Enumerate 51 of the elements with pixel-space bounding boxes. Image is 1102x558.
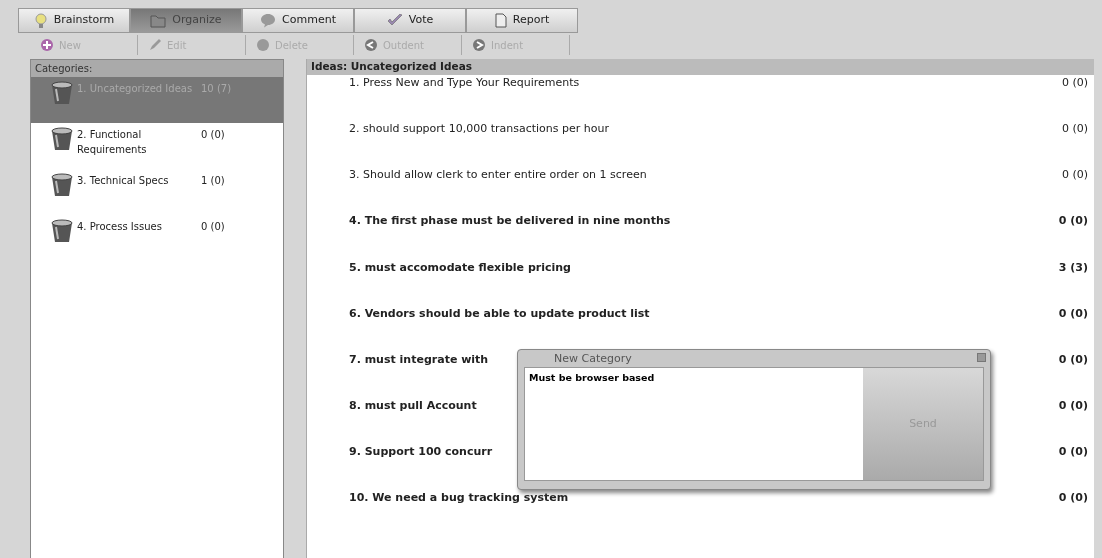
- idea-count: 0 (0): [1058, 398, 1088, 415]
- bucket-icon: [51, 127, 73, 151]
- idea-text: 3. Should allow clerk to enter entire order on 1 screen: [349, 167, 647, 184]
- idea-count: 0 (0): [1058, 305, 1088, 322]
- idea-text: 4. The first phase must be delivered in nine months: [349, 213, 671, 230]
- idea-text: 1. Press New and Type Your Requirements: [349, 74, 580, 91]
- idea-text: 5. must accomodate flexible pricing: [349, 259, 571, 276]
- lightbulb-icon: [33, 12, 48, 29]
- idea-count: 3 (3): [1058, 259, 1088, 276]
- idea-text: 9. Support 100 concurr: [349, 444, 493, 461]
- category-item[interactable]: 2. Functional Requirements 0 (0): [31, 123, 283, 169]
- folder-icon: [150, 13, 167, 28]
- category-count: 0 (0): [201, 128, 225, 142]
- idea-text: 8. must pull Account: [349, 398, 477, 415]
- speech-bubble-icon: [260, 13, 277, 28]
- category-count: 0 (0): [201, 220, 225, 234]
- category-name: 2. Functional Requirements: [77, 128, 148, 157]
- add-icon: [40, 38, 54, 52]
- idea-count: 0 (0): [1061, 74, 1088, 91]
- app-tab[interactable]: Comment: [242, 8, 354, 33]
- idea-count: 0 (0): [1061, 120, 1088, 137]
- document-icon: [494, 13, 507, 28]
- bucket-icon: [51, 173, 73, 197]
- panel-heading: Ideas: Uncategorized Ideas: [307, 59, 1094, 75]
- category-count: 1 (0): [201, 174, 225, 188]
- idea-text: 10. We need a bug tracking system: [349, 490, 569, 507]
- bucket-icon: [51, 81, 73, 105]
- panel-heading: Categories:: [31, 60, 283, 77]
- category-name: 4. Process Issues: [77, 220, 163, 234]
- close-icon[interactable]: [977, 353, 986, 362]
- category-item[interactable]: 3. Technical Specs 1 (0): [31, 169, 283, 215]
- indent-icon: [472, 38, 486, 52]
- idea-text: 2. should support 10,000 transactions per hour: [349, 120, 609, 137]
- category-name: 3. Technical Specs: [77, 174, 170, 188]
- idea-count: 0 (0): [1058, 444, 1088, 461]
- category-item[interactable]: 4. Process Issues 0 (0): [31, 215, 283, 261]
- idea-count: 0 (0): [1061, 167, 1088, 184]
- outdent-icon: [364, 38, 378, 52]
- app-tab[interactable]: Brainstorm: [18, 8, 130, 33]
- idea-text: 7. must integrate with: [349, 351, 489, 368]
- checkmark-icon: [386, 13, 403, 28]
- dialog-title: New Category: [554, 351, 632, 366]
- idea-count: 0 (0): [1058, 213, 1088, 230]
- bucket-icon: [51, 219, 73, 243]
- idea-text: 6. Vendors should be able to update product list: [349, 305, 650, 322]
- idea-count: 0 (0): [1058, 490, 1088, 507]
- app-tab[interactable]: Report: [466, 8, 578, 33]
- idea-count: 0 (0): [1058, 351, 1088, 368]
- delete-icon: [256, 38, 270, 52]
- pencil-icon: [148, 38, 162, 52]
- app-tab[interactable]: Vote: [354, 8, 466, 33]
